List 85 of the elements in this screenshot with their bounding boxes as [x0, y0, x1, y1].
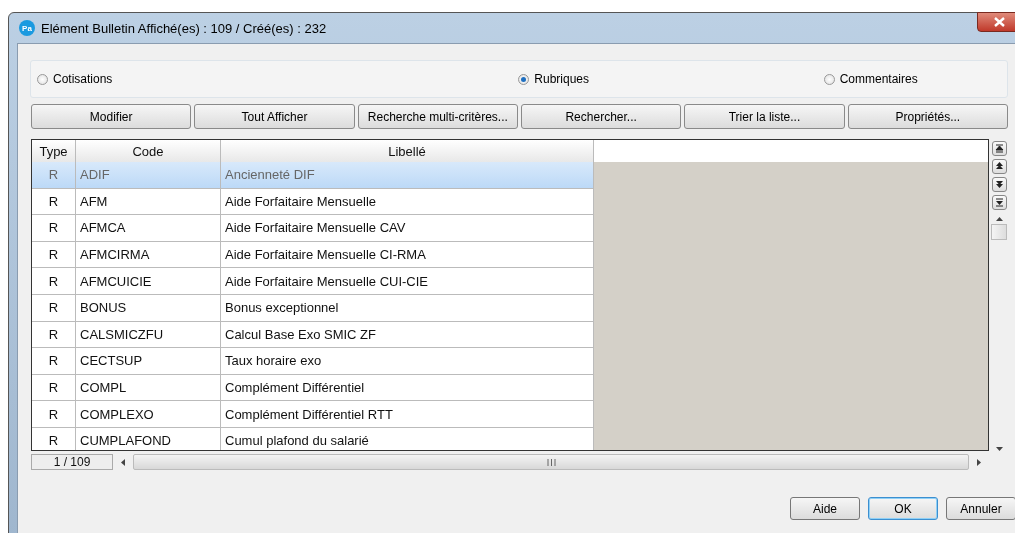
table-cell: COMPL — [76, 374, 221, 402]
scroll-thumb[interactable] — [991, 224, 1007, 240]
table-row[interactable]: R AFMCIRMA Aide Forfaitaire Mensuelle CI-RMA — [32, 241, 988, 269]
table-cell: R — [32, 162, 76, 189]
page-up-button[interactable] — [991, 159, 1007, 174]
table-cell: Aide Forfaitaire Mensuelle CAV — [221, 215, 594, 242]
radio-button[interactable] — [823, 73, 835, 85]
radio-label: Rubriques — [534, 72, 590, 86]
radio-button[interactable] — [37, 73, 48, 85]
table-cell: R — [32, 241, 76, 269]
scroll-bottom-button[interactable] — [991, 195, 1007, 210]
table-cell: CECTSUP — [76, 348, 221, 375]
horizontal-scrollbar[interactable] — [133, 454, 969, 470]
table-row[interactable]: R CALSMICZFU Calcul Base Exo SMIC ZF — [32, 321, 988, 349]
radio-label: Cotisations — [53, 72, 113, 86]
scroll-left-arrow-icon[interactable] — [121, 458, 125, 466]
table-cell: R — [32, 374, 76, 402]
table-cell: Complément Différentiel RTT — [221, 401, 594, 428]
table-cell: R — [32, 215, 76, 242]
app-icon: Pa — [19, 20, 35, 36]
dialog-button[interactable]: OK — [868, 497, 938, 520]
column-header[interactable]: Libellé — [221, 140, 594, 162]
radio-label: Commentaires — [839, 72, 918, 86]
table-cell: Cumul plafond du salarié — [221, 427, 594, 450]
radio-button[interactable] — [518, 73, 530, 85]
window-title: Elément Bulletin Affiché(es) : 109 / Créé(es) : 232 — [41, 20, 327, 36]
table-cell: AFMCIRMA — [76, 241, 221, 269]
radio-option[interactable]: Commentaires — [823, 72, 918, 86]
table-cell: R — [32, 294, 76, 322]
table-cell: AFM — [76, 188, 221, 216]
table-row[interactable]: R COMPLEXO Complément Différentiel RTT — [32, 401, 988, 428]
table-cell: ADIF — [76, 162, 221, 189]
table-cell: AFMCA — [76, 215, 221, 242]
table-cell: Ancienneté DIF — [221, 162, 594, 189]
scroll-up-arrow-icon[interactable] — [995, 217, 1003, 221]
table-cell: R — [32, 401, 76, 428]
table-cell: R — [32, 427, 76, 450]
dialog-button[interactable]: Annuler — [946, 497, 1015, 520]
scroll-right-arrow-icon[interactable] — [977, 458, 981, 466]
table-cell: CALSMICZFU — [76, 321, 221, 349]
table-cell: Aide Forfaitaire Mensuelle CUI-CIE — [221, 268, 594, 295]
toolbar-button[interactable]: Tout Afficher — [194, 104, 355, 129]
radio-option[interactable]: Rubriques — [518, 72, 590, 86]
table-cell: R — [32, 321, 76, 349]
scroll-top-button[interactable] — [991, 141, 1007, 156]
table-row[interactable]: R COMPL Complément Différentiel — [32, 374, 988, 402]
toolbar-button[interactable]: Recherche multi-critères... — [357, 104, 518, 129]
table-cell: Taux horaire exo — [221, 348, 594, 375]
column-header[interactable]: Type — [32, 140, 76, 162]
toolbar-button[interactable]: Modifier — [31, 104, 192, 129]
table-row[interactable]: R AFMCA Aide Forfaitaire Mensuelle CAV — [32, 215, 988, 242]
dialog-button[interactable]: Aide — [790, 497, 860, 520]
table-cell: R — [32, 268, 76, 295]
table-cell: Calcul Base Exo SMIC ZF — [221, 321, 594, 349]
toolbar-button[interactable]: Trier la liste... — [684, 104, 845, 129]
table-cell: BONUS — [76, 294, 221, 322]
table-cell: Complément Différentiel — [221, 374, 594, 402]
close-icon — [994, 17, 1005, 27]
page-down-icon — [993, 179, 1005, 190]
toolbar-button[interactable]: Propriétés... — [847, 104, 1008, 129]
toolbar-button[interactable]: Rechercher... — [521, 104, 682, 129]
page-down-button[interactable] — [991, 177, 1007, 192]
radio-option[interactable]: Cotisations — [37, 72, 113, 86]
table-row[interactable]: R CUMPLAFOND Cumul plafond du salarié — [32, 427, 988, 450]
table-cell: R — [32, 188, 76, 216]
table-cell: AFMCUICIE — [76, 268, 221, 295]
table-row[interactable]: R AFMCUICIE Aide Forfaitaire Mensuelle CUI-CIE — [32, 268, 988, 295]
table-row[interactable]: R ADIF Ancienneté DIF — [32, 162, 988, 189]
table-cell: Bonus exceptionnel — [221, 294, 594, 322]
table-cell: CUMPLAFOND — [76, 427, 221, 450]
grip-icon — [546, 458, 556, 466]
page-up-icon — [993, 161, 1005, 172]
table-cell: R — [32, 348, 76, 375]
scroll-bottom-icon — [993, 197, 1005, 208]
table-cell: Aide Forfaitaire Mensuelle — [221, 188, 594, 216]
table-row[interactable]: R AFM Aide Forfaitaire Mensuelle — [32, 188, 988, 216]
scroll-down-arrow-icon[interactable] — [995, 447, 1003, 451]
table-cell: COMPLEXO — [76, 401, 221, 428]
scroll-top-icon — [993, 143, 1005, 154]
table-cell: Aide Forfaitaire Mensuelle CI-RMA — [221, 241, 594, 269]
record-counter: 1 / 109 — [31, 454, 113, 470]
close-button[interactable] — [977, 12, 1015, 32]
table-row[interactable]: R BONUS Bonus exceptionnel — [32, 294, 988, 322]
table-row[interactable]: R CECTSUP Taux horaire exo — [32, 348, 988, 375]
column-header[interactable]: Code — [76, 140, 221, 162]
